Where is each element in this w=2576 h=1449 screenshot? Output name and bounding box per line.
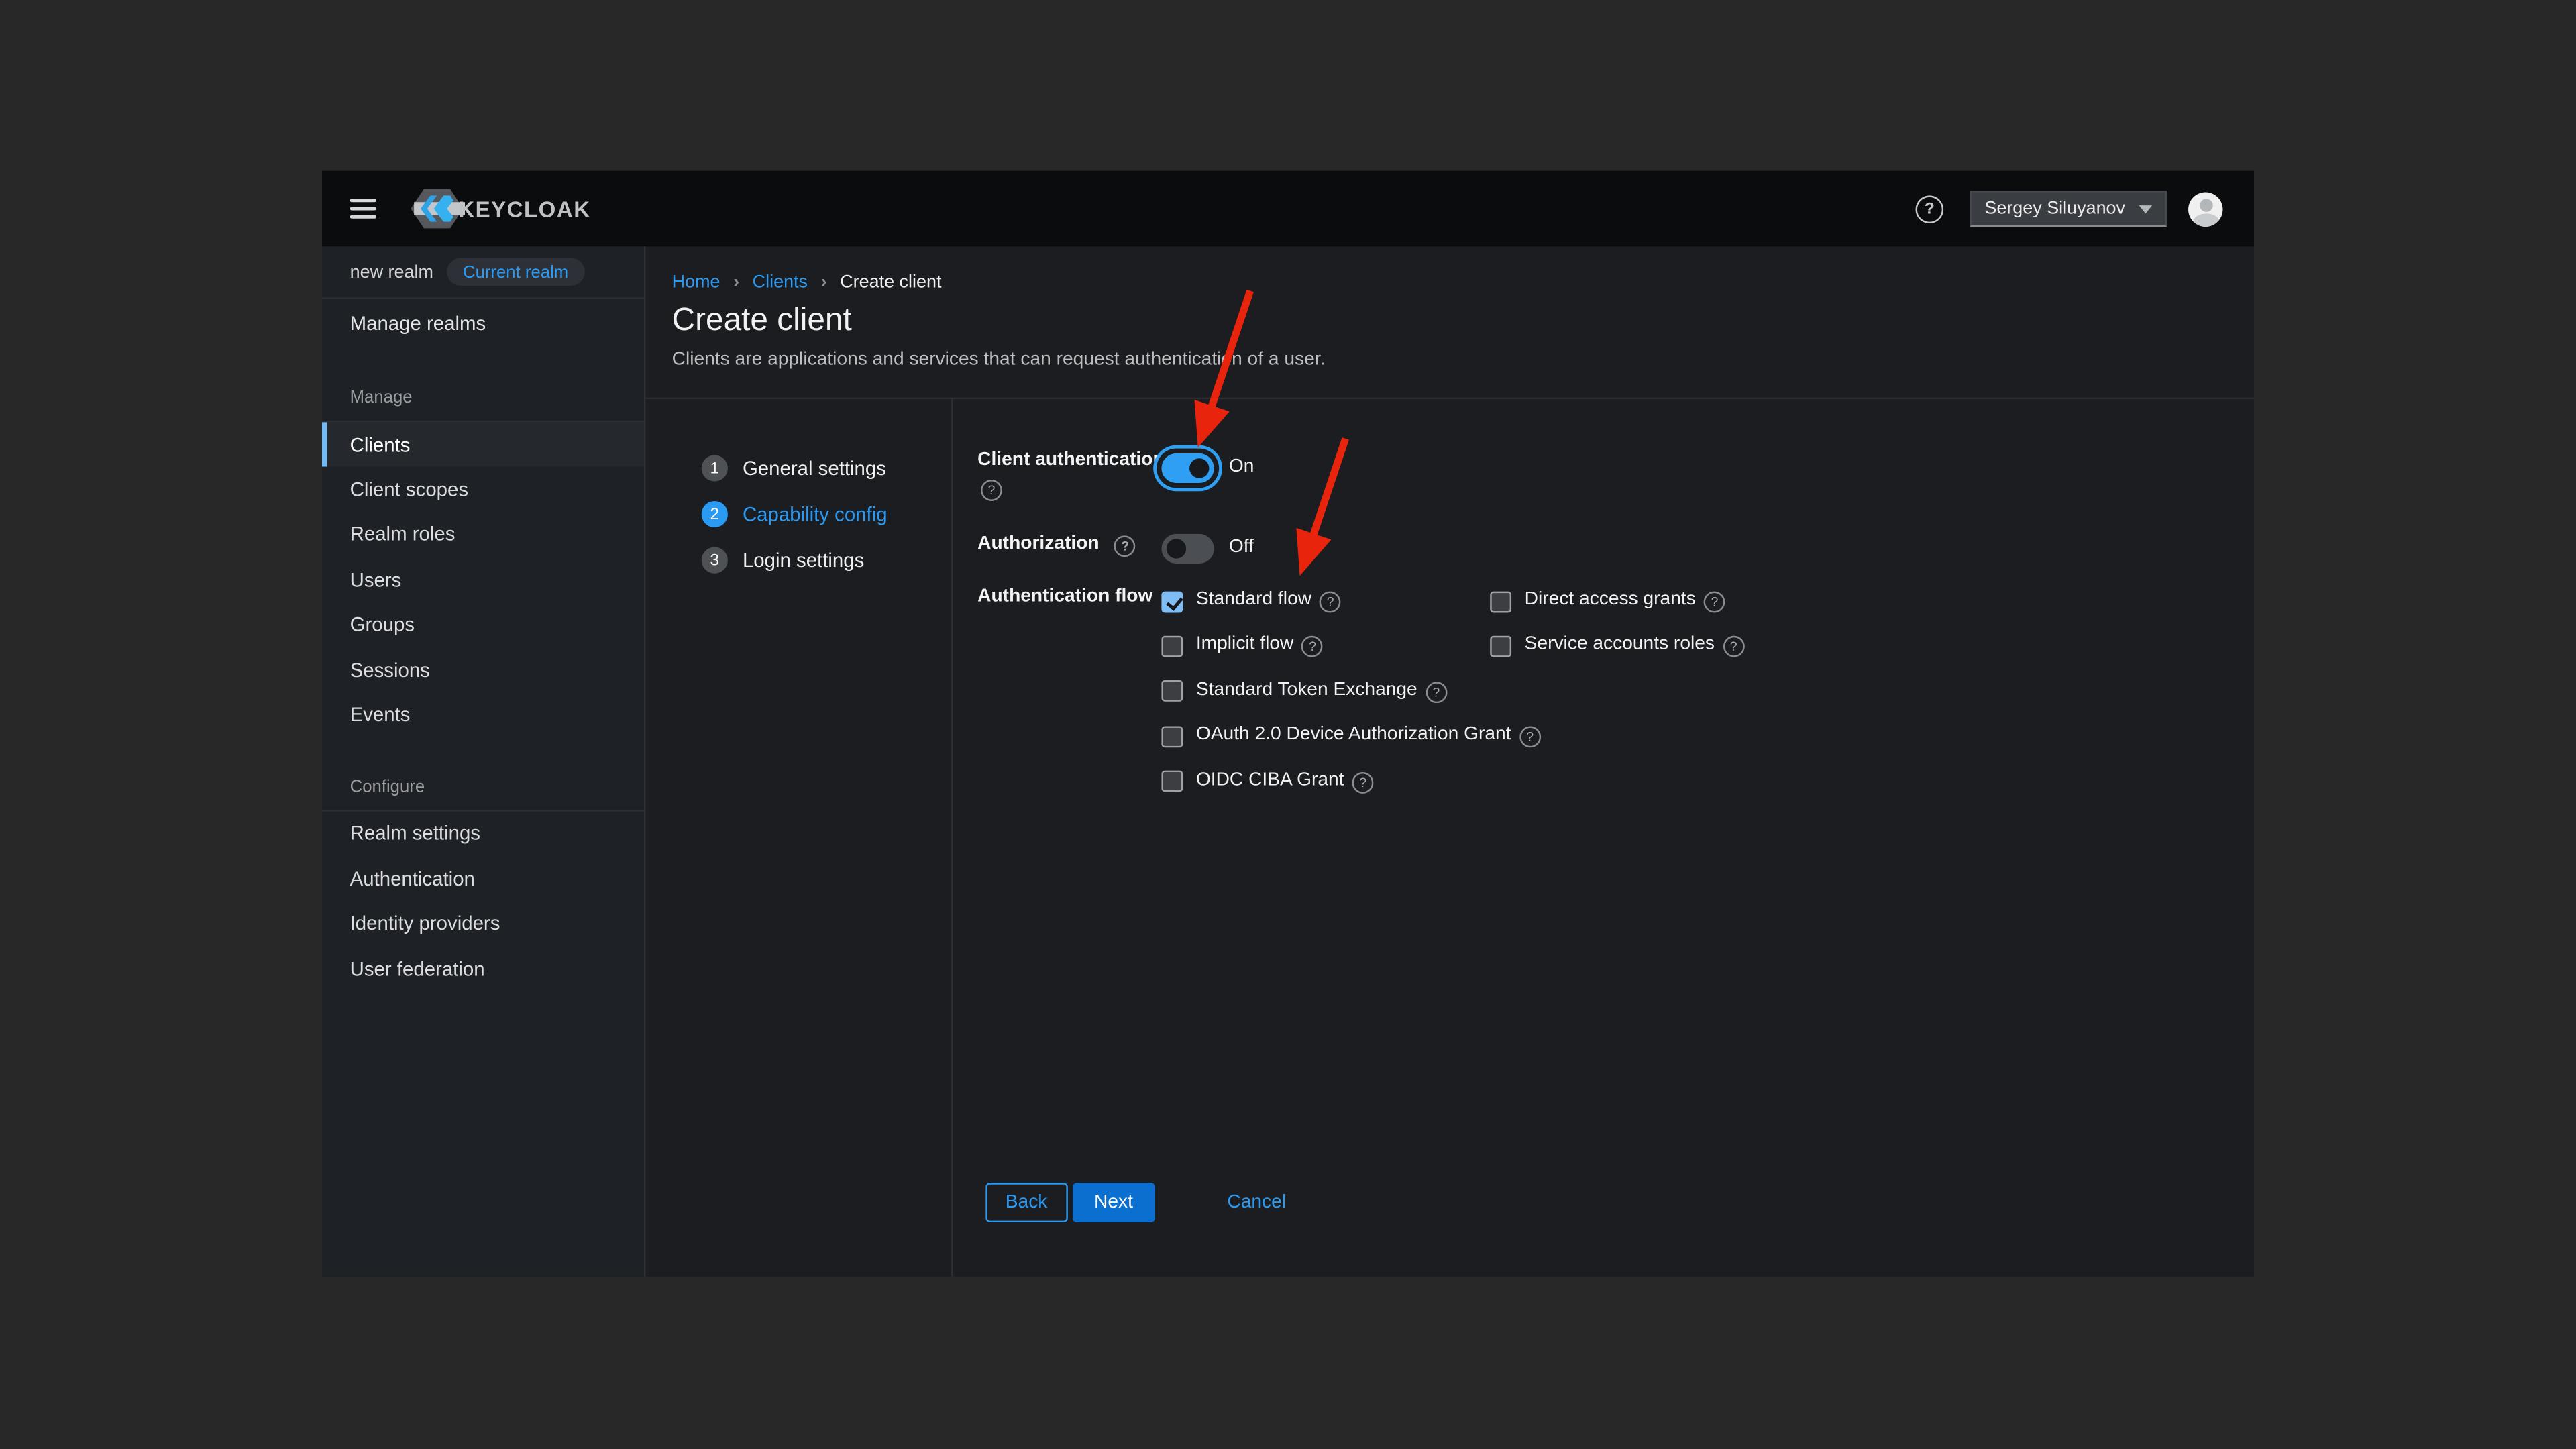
auth-flow-column-1: Standard flow Implicit flow Standard Tok… bbox=[1161, 590, 1540, 814]
page-subtitle: Clients are applications and services th… bbox=[672, 350, 1326, 370]
standard-token-exchange-checkbox[interactable] bbox=[1161, 681, 1183, 702]
standard-flow-help-icon[interactable] bbox=[1320, 592, 1341, 613]
sidebar-item-client-scopes[interactable]: Client scopes bbox=[322, 467, 644, 512]
breadcrumb-current: Create client bbox=[840, 273, 941, 292]
service-accounts-roles-help-icon[interactable] bbox=[1723, 637, 1744, 658]
checkbox-row-implicit-flow[interactable]: Implicit flow bbox=[1161, 635, 1540, 657]
direct-access-grants-help-icon[interactable] bbox=[1704, 592, 1725, 613]
checkbox-row-oidc-ciba-grant[interactable]: OIDC CIBA Grant bbox=[1161, 770, 1540, 793]
keycloak-logo[interactable]: KEYCLOAK bbox=[409, 187, 591, 230]
oidc-ciba-grant-help-icon[interactable] bbox=[1352, 771, 1374, 793]
brand-text: KEYCLOAK bbox=[458, 197, 590, 221]
wizard-nav: 1 General settings 2 Capability config 3… bbox=[645, 398, 953, 1277]
sidebar-item-identity-providers[interactable]: Identity providers bbox=[322, 901, 644, 946]
nav-group-configure-label: Configure bbox=[322, 777, 644, 803]
standard-token-exchange-help-icon[interactable] bbox=[1426, 682, 1447, 703]
checkbox-row-standard-token-exchange[interactable]: Standard Token Exchange bbox=[1161, 680, 1540, 702]
oauth-device-grant-help-icon[interactable] bbox=[1519, 727, 1541, 748]
breadcrumb: Home › Clients › Create client bbox=[672, 273, 942, 292]
back-button[interactable]: Back bbox=[985, 1183, 1067, 1222]
standard-flow-checkbox[interactable] bbox=[1161, 590, 1183, 612]
sidebar-item-manage-realms[interactable]: Manage realms bbox=[322, 299, 644, 348]
step-number-circle: 2 bbox=[702, 501, 728, 527]
checkbox-row-oauth-device-grant[interactable]: OAuth 2.0 Device Authorization Grant bbox=[1161, 724, 1540, 747]
authentication-flow-label: Authentication flow bbox=[977, 586, 1152, 606]
authorization-state: Off bbox=[1229, 537, 1254, 557]
next-button[interactable]: Next bbox=[1073, 1183, 1155, 1222]
sidebar-item-authentication[interactable]: Authentication bbox=[322, 856, 644, 901]
authorization-label: Authorization bbox=[977, 534, 1136, 557]
authorization-toggle[interactable] bbox=[1161, 534, 1214, 564]
breadcrumb-clients-link[interactable]: Clients bbox=[753, 273, 808, 292]
sidebar-item-groups[interactable]: Groups bbox=[322, 602, 644, 647]
chevron-right-icon: › bbox=[733, 273, 739, 292]
sidebar-item-clients[interactable]: Clients bbox=[322, 422, 644, 467]
chevron-right-icon: › bbox=[821, 273, 827, 292]
keycloak-hexagon-icon bbox=[409, 187, 465, 230]
wizard-step-login-settings[interactable]: 3 Login settings bbox=[645, 547, 951, 574]
nav-group-manage-label: Manage bbox=[322, 388, 644, 414]
client-authentication-toggle[interactable] bbox=[1161, 453, 1214, 483]
user-name: Sergey Siluyanov bbox=[1984, 199, 2125, 218]
client-authentication-label: Client authentication bbox=[977, 450, 1165, 470]
oidc-ciba-grant-checkbox[interactable] bbox=[1161, 771, 1183, 792]
service-accounts-roles-checkbox[interactable] bbox=[1490, 635, 1511, 657]
direct-access-grants-checkbox[interactable] bbox=[1490, 590, 1511, 612]
sidebar-item-realm-settings[interactable]: Realm settings bbox=[322, 811, 644, 856]
wizard-step-general-settings[interactable]: 1 General settings bbox=[645, 455, 951, 481]
realm-name: new realm bbox=[350, 262, 433, 282]
checkbox-row-service-accounts-roles[interactable]: Service accounts roles bbox=[1490, 635, 1744, 657]
keycloak-admin-console-window: KEYCLOAK ? Sergey Siluyanov new realm Cu… bbox=[322, 171, 2254, 1277]
user-menu-dropdown[interactable]: Sergey Siluyanov bbox=[1970, 191, 2167, 227]
help-icon[interactable]: ? bbox=[1916, 195, 1944, 223]
main-content: Home › Clients › Create client Create cl… bbox=[645, 246, 2254, 1277]
page-title: Create client bbox=[672, 303, 852, 340]
sidebar-item-sessions[interactable]: Sessions bbox=[322, 647, 644, 692]
current-realm-badge[interactable]: Current realm bbox=[447, 258, 585, 286]
auth-flow-column-2: Direct access grants Service accounts ro… bbox=[1490, 590, 1744, 680]
wizard-step-capability-config[interactable]: 2 Capability config bbox=[645, 501, 951, 527]
sidebar-item-user-federation[interactable]: User federation bbox=[322, 946, 644, 991]
masthead-right: ? Sergey Siluyanov bbox=[1916, 191, 2254, 227]
oauth-device-grant-checkbox[interactable] bbox=[1161, 726, 1183, 747]
realm-selector-row: new realm Current realm bbox=[322, 246, 644, 299]
screenshot-stage: KEYCLOAK ? Sergey Siluyanov new realm Cu… bbox=[0, 0, 2576, 1449]
implicit-flow-help-icon[interactable] bbox=[1302, 637, 1324, 658]
avatar[interactable] bbox=[2188, 191, 2222, 225]
sidebar-item-realm-roles[interactable]: Realm roles bbox=[322, 513, 644, 557]
step-number-circle: 3 bbox=[702, 547, 728, 574]
masthead: KEYCLOAK ? Sergey Siluyanov bbox=[322, 171, 2254, 247]
chevron-down-icon bbox=[2139, 205, 2153, 213]
implicit-flow-checkbox[interactable] bbox=[1161, 635, 1183, 657]
nav-toggle-hamburger-icon[interactable] bbox=[350, 199, 376, 218]
authorization-help-icon[interactable] bbox=[1114, 535, 1136, 557]
sidebar-item-users[interactable]: Users bbox=[322, 557, 644, 602]
client-authentication-help-icon[interactable] bbox=[981, 480, 1002, 501]
client-authentication-state: On bbox=[1229, 457, 1254, 476]
checkbox-row-standard-flow[interactable]: Standard flow bbox=[1161, 590, 1540, 612]
sidebar-nav: new realm Current realm Manage realms Ma… bbox=[322, 246, 645, 1277]
checkbox-row-direct-access-grants[interactable]: Direct access grants bbox=[1490, 590, 1744, 612]
breadcrumb-home-link[interactable]: Home bbox=[672, 273, 720, 292]
sidebar-item-events[interactable]: Events bbox=[322, 692, 644, 737]
cancel-button[interactable]: Cancel bbox=[1218, 1183, 1296, 1222]
step-number-circle: 1 bbox=[702, 455, 728, 481]
